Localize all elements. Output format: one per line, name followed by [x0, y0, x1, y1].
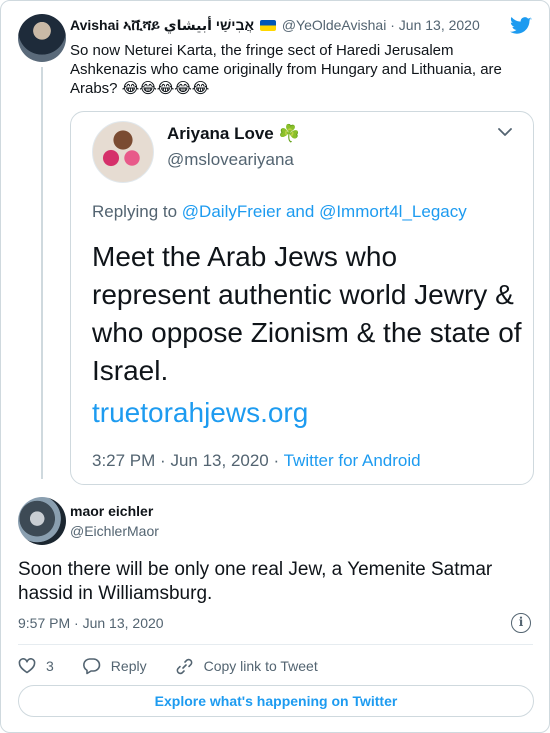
replying-user-link[interactable]: @Immort4l_Legacy [319, 202, 467, 221]
separator-dot: · [390, 17, 395, 33]
quoted-author-handle[interactable]: @msloveariyana [167, 150, 294, 170]
parent-tweet-date[interactable]: Jun 13, 2020 [399, 17, 480, 33]
reply-button[interactable]: Reply [82, 657, 147, 675]
like-count: 3 [46, 658, 54, 674]
separator-dot: · [160, 451, 166, 470]
avatar-maor[interactable] [18, 497, 66, 545]
parent-tweet-header: Avishai ኣቪሻይ אֲבִישַׁי أبيشاي @YeOldeAvi… [70, 17, 480, 34]
ukraine-flag-icon [259, 20, 276, 31]
replying-and-text: and [285, 202, 315, 221]
replying-to-label: Replying to [92, 202, 178, 221]
reply-author-name[interactable]: maor eichler [70, 503, 153, 519]
reply-author-handle[interactable]: @EichlerMaor [70, 523, 159, 539]
copy-link-label: Copy link to Tweet [203, 658, 318, 674]
reply-tweet-time[interactable]: 9:57 PM [18, 615, 70, 631]
heart-icon [18, 658, 36, 674]
like-button[interactable]: 3 [18, 658, 54, 674]
quoted-tweet-text: Meet the Arab Jews who represent authent… [92, 241, 522, 386]
copy-link-button[interactable]: Copy link to Tweet [175, 657, 318, 676]
parent-author-handle[interactable]: @YeOldeAvishai [282, 17, 387, 33]
quoted-tweet-link[interactable]: truetorahjews.org [92, 394, 308, 432]
twitter-bird-icon[interactable] [509, 15, 533, 37]
clover-icon: ☘️ [278, 124, 300, 143]
quoted-tweet-time[interactable]: 3:27 PM [92, 451, 155, 470]
link-icon [176, 658, 192, 674]
reply-tweet-date[interactable]: Jun 13, 2020 [83, 615, 164, 631]
tweet-source-link[interactable]: Twitter for Android [284, 451, 421, 470]
reply-tweet-text: Soon there will be only one real Jew, a … [18, 559, 493, 604]
chevron-down-icon[interactable] [497, 126, 513, 138]
thread-line [41, 67, 43, 479]
avatar-ariyana[interactable] [92, 121, 154, 183]
quoted-tweet-date[interactable]: Jun 13, 2020 [170, 451, 268, 470]
explore-button[interactable]: Explore what's happening on Twitter [18, 685, 534, 717]
parent-tweet-text: So now Neturei Karta, the fringe sect of… [70, 42, 502, 97]
parent-author-name[interactable]: Avishai ኣቪሻይ אֲבִישַׁי أبيشاي [70, 17, 254, 33]
avatar-avishai[interactable] [18, 14, 66, 62]
tweet-embed: Avishai ኣቪሻይ אֲבִישַׁי أبيشاي @YeOldeAvi… [0, 0, 550, 733]
replying-user-link[interactable]: @DailyFreier [182, 202, 281, 221]
quoted-tweet-card[interactable]: Ariyana Love ☘️ @msloveariyana Replying t… [70, 111, 534, 485]
quoted-tweet-meta: 3:27 PM · Jun 13, 2020 · Twitter for And… [92, 451, 421, 471]
tweet-actions: 3 Reply Copy link to Tweet [18, 656, 346, 676]
reply-tweet-meta: 9:57 PM · Jun 13, 2020 [18, 615, 164, 631]
quoted-author-name[interactable]: Ariyana Love [167, 124, 274, 143]
reply-label: Reply [110, 658, 147, 674]
info-icon[interactable]: i [511, 613, 531, 633]
divider [18, 644, 533, 645]
separator-dot: · [74, 615, 79, 631]
replying-to-line: Replying to @DailyFreier and @Immort4l_L… [92, 202, 467, 222]
separator-dot: · [273, 451, 280, 470]
quoted-author-row[interactable]: Ariyana Love ☘️ [167, 124, 300, 144]
reply-bubble-icon [82, 658, 101, 675]
